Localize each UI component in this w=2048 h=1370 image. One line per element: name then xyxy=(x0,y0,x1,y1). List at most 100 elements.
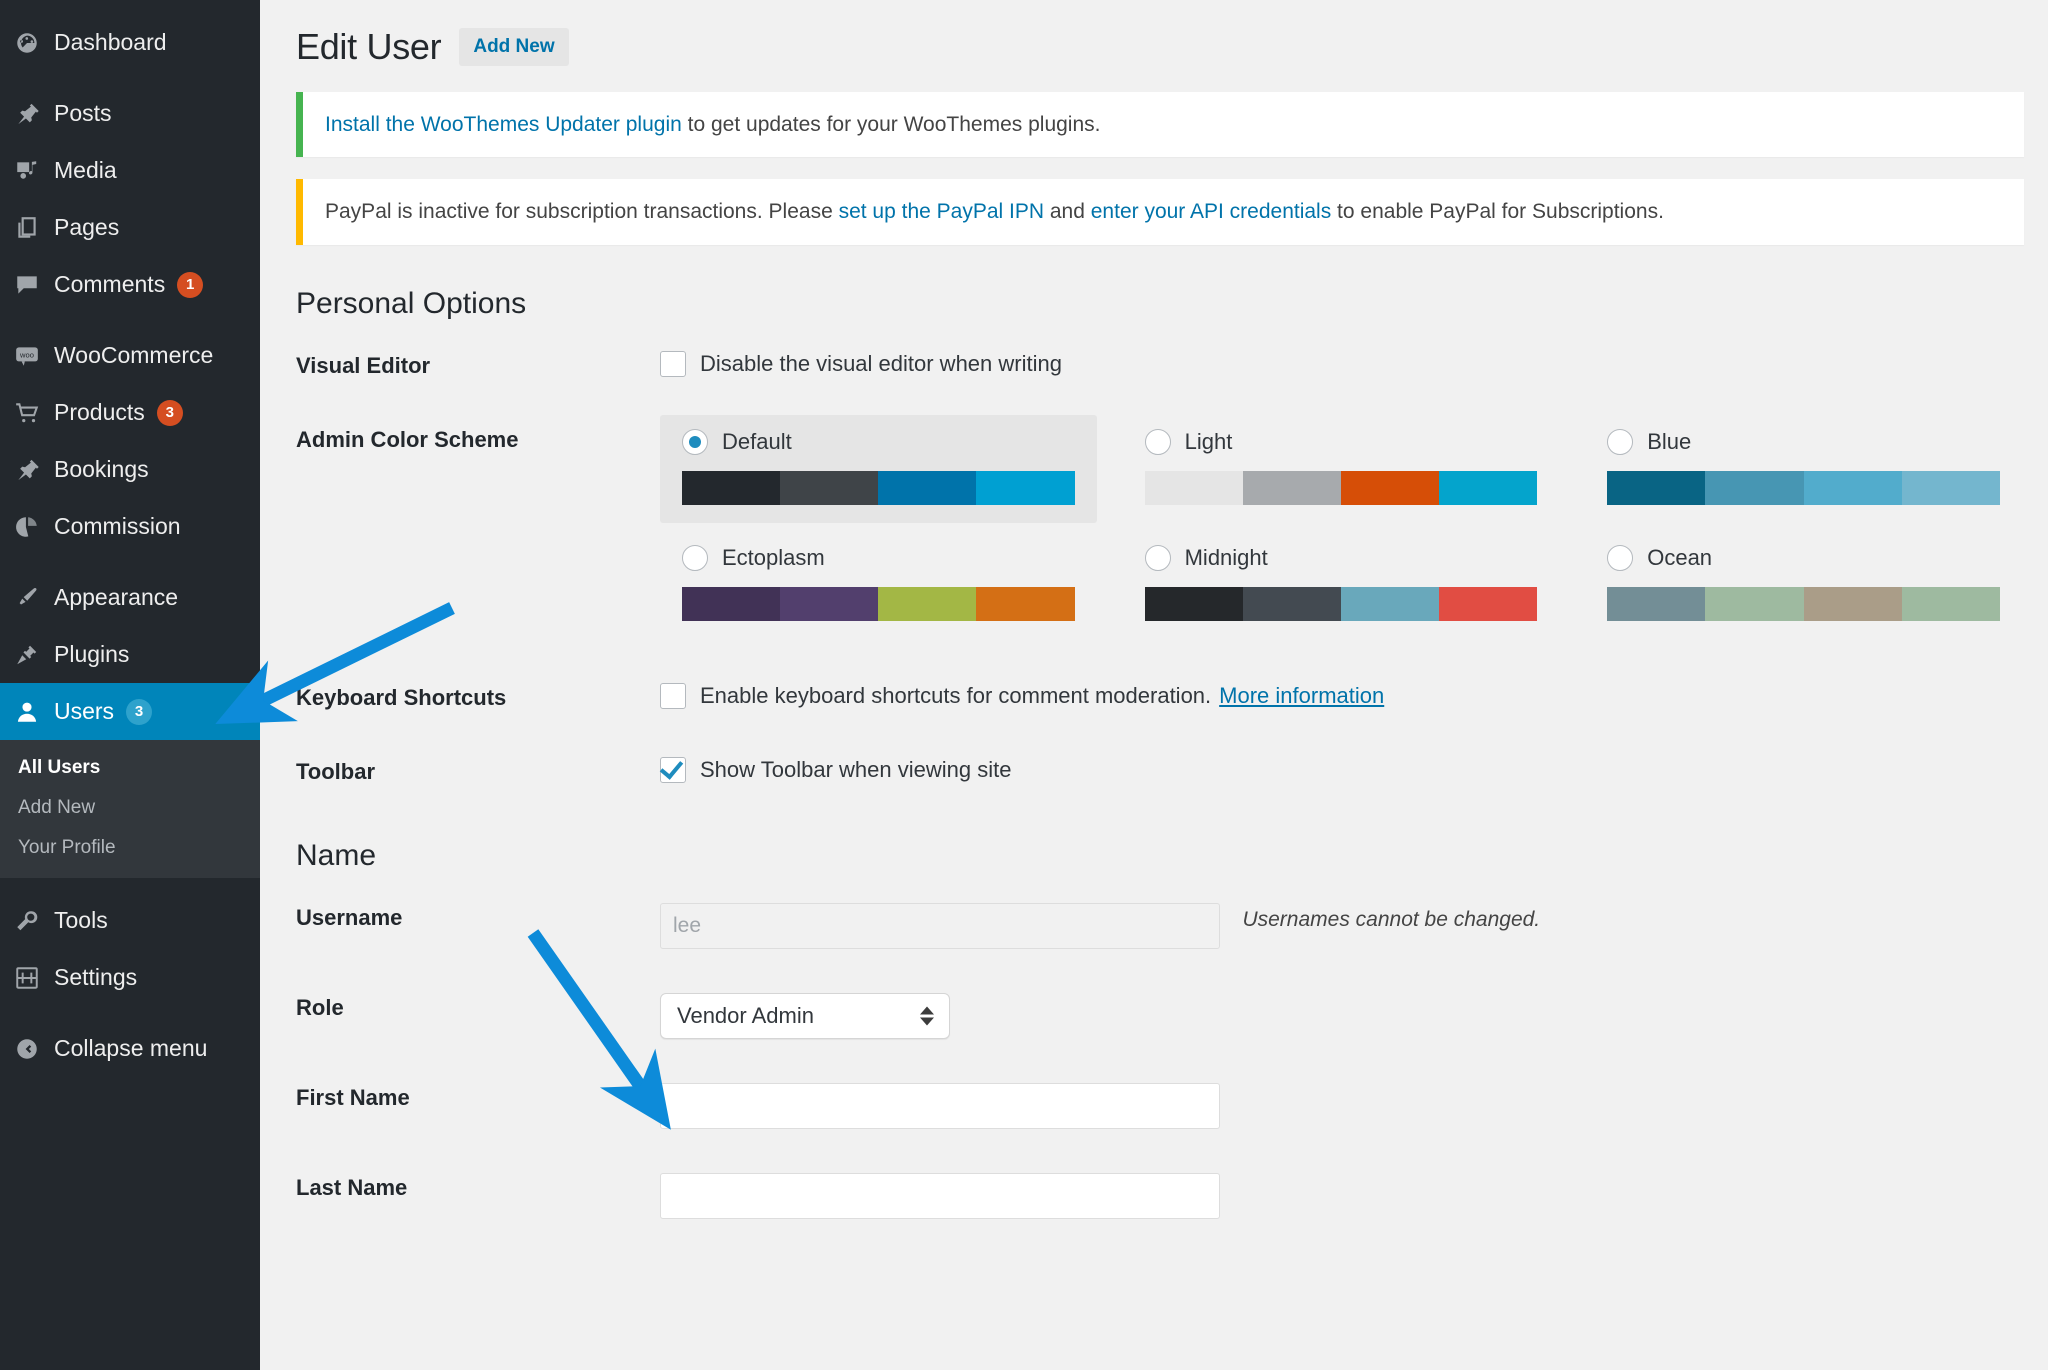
sidebar-item-posts[interactable]: Posts xyxy=(0,85,260,142)
sidebar-item-woocommerce[interactable]: woo WooCommerce xyxy=(0,327,260,384)
row-admin-color-scheme: Admin Color Scheme Default xyxy=(260,403,2048,661)
swatch xyxy=(1902,587,2000,621)
keyboard-shortcuts-checkbox-row[interactable]: Enable keyboard shortcuts for comment mo… xyxy=(660,683,2048,709)
sidebar-item-plugins[interactable]: Plugins xyxy=(0,626,260,683)
notice-woothemes-updater: Install the WooThemes Updater plugin to … xyxy=(296,92,2024,157)
sidebar-item-pages[interactable]: Pages xyxy=(0,199,260,256)
radio-midnight[interactable] xyxy=(1145,545,1171,571)
label-visual-editor: Visual Editor xyxy=(260,329,660,403)
row-first-name: First Name xyxy=(260,1061,2048,1151)
swatch xyxy=(1243,587,1341,621)
media-icon xyxy=(14,158,54,184)
row-keyboard-shortcuts: Keyboard Shortcuts Enable keyboard short… xyxy=(260,661,2048,735)
color-scheme-label: Ectoplasm xyxy=(722,545,825,571)
visual-editor-checkbox[interactable] xyxy=(660,351,686,377)
sidebar-item-settings[interactable]: Settings xyxy=(0,949,260,1006)
sidebar-item-dashboard[interactable]: Dashboard xyxy=(0,14,260,71)
color-scheme-row-1: Default xyxy=(660,415,2048,523)
notice-link-paypal-ipn[interactable]: set up the PayPal IPN xyxy=(839,200,1044,223)
radio-blue[interactable] xyxy=(1607,429,1633,455)
last-name-input[interactable] xyxy=(660,1173,1220,1219)
swatch xyxy=(1804,587,1902,621)
sidebar-item-comments[interactable]: Comments 1 xyxy=(0,256,260,313)
pin-icon xyxy=(14,101,54,127)
notice-link-api-credentials[interactable]: enter your API credentials xyxy=(1091,200,1331,223)
first-name-input[interactable] xyxy=(660,1083,1220,1129)
sidebar-item-appearance[interactable]: Appearance xyxy=(0,569,260,626)
toolbar-checkbox-row[interactable]: Show Toolbar when viewing site xyxy=(660,757,2048,783)
swatch xyxy=(878,587,976,621)
users-badge: 3 xyxy=(126,699,152,725)
sidebar-item-label: Users xyxy=(54,698,114,725)
sidebar-item-collapse-menu[interactable]: Collapse menu xyxy=(0,1020,260,1077)
products-badge: 3 xyxy=(157,400,183,426)
color-scheme-blue[interactable]: Blue xyxy=(1585,415,2022,523)
page-header: Edit User Add New xyxy=(260,0,2048,82)
add-new-button[interactable]: Add New xyxy=(459,28,568,66)
sidebar-item-products[interactable]: Products 3 xyxy=(0,384,260,441)
page-title: Edit User xyxy=(296,26,441,68)
visual-editor-checkbox-row[interactable]: Disable the visual editor when writing xyxy=(660,351,2048,377)
color-scheme-default[interactable]: Default xyxy=(660,415,1097,523)
role-select[interactable]: Vendor Admin xyxy=(660,993,950,1039)
sidebar-item-label: Posts xyxy=(54,100,112,127)
sliders-icon xyxy=(14,965,54,991)
sidebar-item-bookings[interactable]: Bookings xyxy=(0,441,260,498)
swatches-light xyxy=(1145,471,1538,505)
submenu-item-add-new[interactable]: Add New xyxy=(0,788,260,828)
sidebar-item-label: Media xyxy=(54,157,117,184)
section-heading-personal-options: Personal Options xyxy=(260,245,2048,329)
color-scheme-light[interactable]: Light xyxy=(1123,415,1560,523)
keyboard-shortcuts-checkbox-label: Enable keyboard shortcuts for comment mo… xyxy=(700,683,1211,709)
row-visual-editor: Visual Editor Disable the visual editor … xyxy=(260,329,2048,403)
swatch xyxy=(1439,587,1537,621)
swatch xyxy=(682,587,780,621)
color-scheme-midnight[interactable]: Midnight xyxy=(1123,531,1560,639)
swatch xyxy=(1145,587,1243,621)
submenu-item-your-profile[interactable]: Your Profile xyxy=(0,828,260,868)
sidebar-item-label: Dashboard xyxy=(54,29,167,56)
submenu-item-all-users[interactable]: All Users xyxy=(0,748,260,788)
swatches-blue xyxy=(1607,471,2000,505)
label-last-name: Last Name xyxy=(260,1151,660,1225)
row-toolbar: Toolbar Show Toolbar when viewing site xyxy=(260,735,2048,809)
swatch xyxy=(1243,471,1341,505)
sidebar-item-label: Collapse menu xyxy=(54,1035,207,1062)
row-role: Role Vendor Admin xyxy=(260,971,2048,1061)
sidebar-item-commission[interactable]: Commission xyxy=(0,498,260,555)
radio-ectoplasm[interactable] xyxy=(682,545,708,571)
color-scheme-label: Light xyxy=(1185,429,1233,455)
pages-icon xyxy=(14,215,54,241)
brush-icon xyxy=(14,585,54,611)
comment-icon xyxy=(14,272,54,298)
sidebar-item-label: Bookings xyxy=(54,456,149,483)
notice-link-install-woothemes-updater[interactable]: Install the WooThemes Updater plugin xyxy=(325,113,682,136)
color-scheme-row-2: Ectoplasm xyxy=(660,531,2048,639)
more-information-link[interactable]: More information xyxy=(1219,683,1384,709)
color-scheme-label: Blue xyxy=(1647,429,1691,455)
sidebar-item-users[interactable]: Users 3 xyxy=(0,683,260,740)
sidebar-item-label: Products xyxy=(54,399,145,426)
username-note: Usernames cannot be changed. xyxy=(1242,908,1540,932)
personal-options-table: Visual Editor Disable the visual editor … xyxy=(260,329,2048,809)
color-scheme-ocean[interactable]: Ocean xyxy=(1585,531,2022,639)
swatch xyxy=(1804,471,1902,505)
notice-text: PayPal is inactive for subscription tran… xyxy=(325,200,839,223)
radio-light[interactable] xyxy=(1145,429,1171,455)
wrench-icon xyxy=(14,908,54,934)
swatch xyxy=(976,587,1074,621)
radio-default[interactable] xyxy=(682,429,708,455)
swatches-ectoplasm xyxy=(682,587,1075,621)
keyboard-shortcuts-checkbox[interactable] xyxy=(660,683,686,709)
sidebar-item-media[interactable]: Media xyxy=(0,142,260,199)
color-scheme-ectoplasm[interactable]: Ectoplasm xyxy=(660,531,1097,639)
toolbar-checkbox[interactable] xyxy=(660,757,686,783)
radio-ocean[interactable] xyxy=(1607,545,1633,571)
sidebar-item-tools[interactable]: Tools xyxy=(0,892,260,949)
username-input xyxy=(660,903,1220,949)
swatches-midnight xyxy=(1145,587,1538,621)
sidebar-item-label: Pages xyxy=(54,214,119,241)
swatches-default xyxy=(682,471,1075,505)
woo-icon: woo xyxy=(14,343,54,369)
swatch xyxy=(1705,471,1803,505)
